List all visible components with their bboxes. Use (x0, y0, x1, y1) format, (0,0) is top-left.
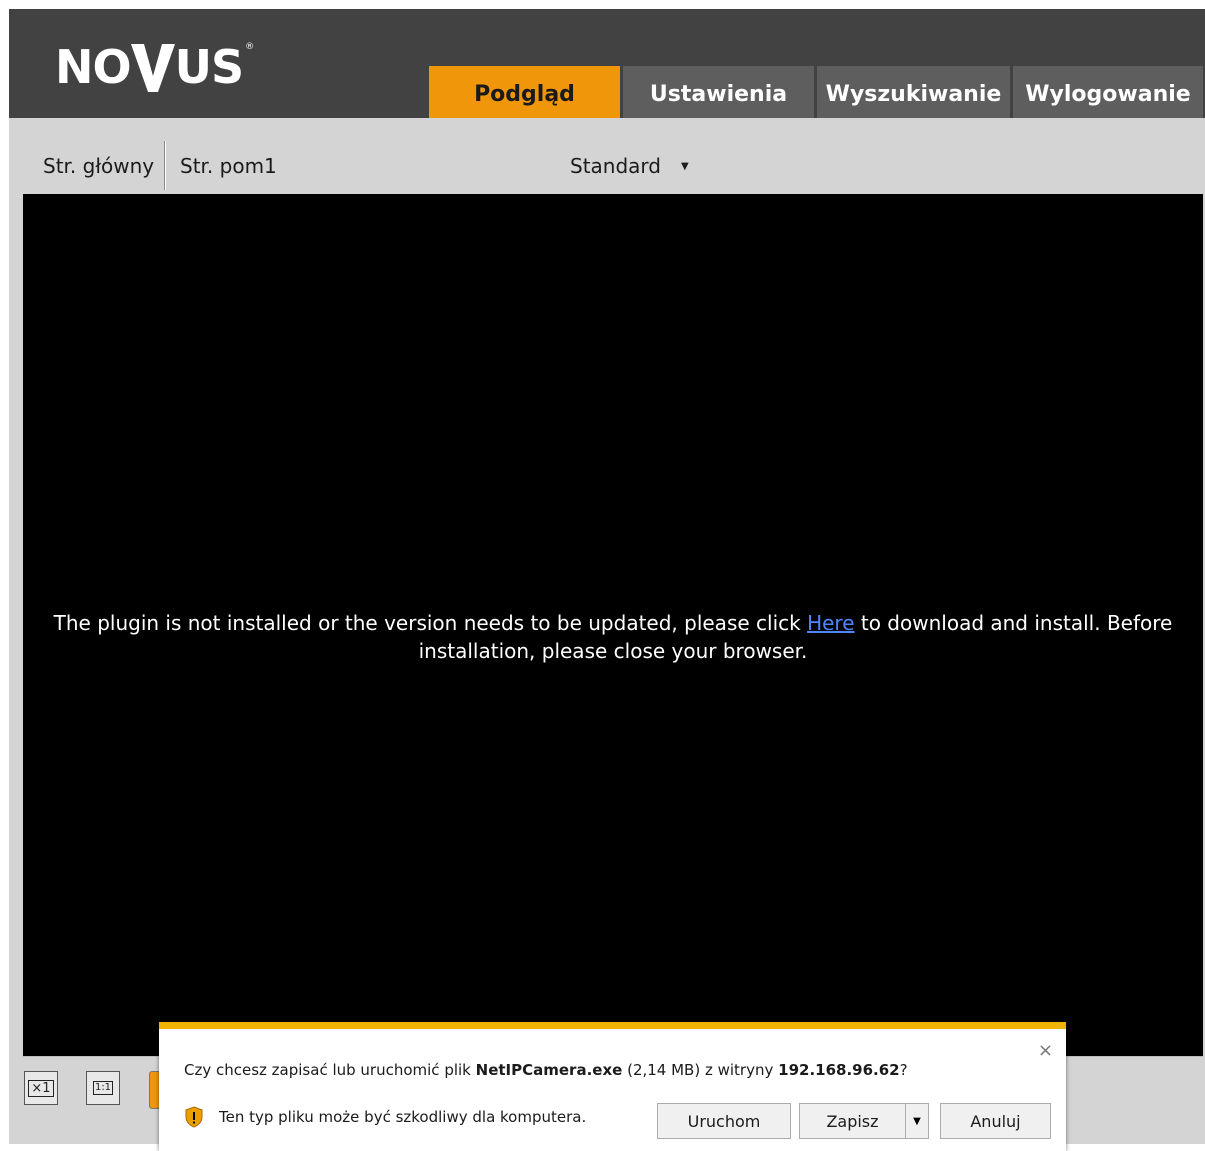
main-stream-button[interactable]: Str. główny (43, 154, 154, 178)
ratio-label: 1:1 (92, 1081, 114, 1095)
x1-label: ×1 (28, 1079, 54, 1097)
stream-divider (164, 141, 166, 190)
logo-text-right: US (174, 40, 244, 94)
plugin-download-link[interactable]: Here (807, 611, 854, 635)
plugin-message-start: The plugin is not installed or the versi… (53, 611, 801, 635)
video-viewer: The plugin is not installed or the versi… (23, 194, 1203, 1056)
view-mode-value: Standard (570, 154, 661, 178)
download-question: Czy chcesz zapisać lub uruchomić plik Ne… (184, 1061, 908, 1079)
header: NO US ® Podgląd Ustawienia Wyszukiwanie … (9, 9, 1205, 118)
tab-wylogowanie[interactable]: Wylogowanie (1013, 66, 1203, 118)
plugin-message: The plugin is not installed or the versi… (23, 609, 1203, 665)
original-size-x1-icon[interactable]: ×1 (24, 1071, 58, 1105)
site-address: 192.168.96.62 (778, 1061, 900, 1079)
view-mode-dropdown[interactable]: Standard ▼ (570, 154, 689, 178)
fit-1-1-icon[interactable]: 1:1 (86, 1071, 120, 1105)
download-warning: Ten typ pliku może być szkodliwy dla kom… (184, 1106, 586, 1128)
main-tabs: Podgląd Ustawienia Wyszukiwanie Wylogowa… (429, 66, 1203, 118)
logo-text-left: NO (55, 40, 132, 94)
warning-text: Ten typ pliku może być szkodliwy dla kom… (219, 1108, 587, 1126)
tab-ustawienia[interactable]: Ustawienia (623, 66, 814, 118)
question-suffix: ? (899, 1061, 908, 1079)
sub-stream-button[interactable]: Str. pom1 (180, 154, 277, 178)
run-button[interactable]: Uruchom (657, 1103, 791, 1139)
tab-wyszukiwanie[interactable]: Wyszukiwanie (817, 66, 1010, 118)
question-prefix: Czy chcesz zapisać lub uruchomić plik (184, 1061, 471, 1079)
app-frame: NO US ® Podgląd Ustawienia Wyszukiwanie … (9, 9, 1205, 1144)
cancel-button[interactable]: Anuluj (940, 1103, 1051, 1139)
save-button[interactable]: Zapisz (799, 1103, 906, 1139)
v-chevron-icon (130, 44, 175, 92)
tab-podglad[interactable]: Podgląd (429, 66, 620, 118)
close-icon[interactable]: × (1038, 1042, 1053, 1060)
file-name: NetIPCamera.exe (475, 1061, 623, 1079)
registered-mark: ® (245, 42, 255, 52)
stream-toolbar: Str. główny Str. pom1 Standard ▼ (9, 118, 1205, 193)
warning-shield-icon (185, 1106, 203, 1128)
save-options-dropdown[interactable]: ▼ (905, 1103, 929, 1139)
novus-logo: NO US ® (55, 39, 254, 95)
file-size: (2,14 MB) z witryny (627, 1061, 774, 1079)
download-bar: Czy chcesz zapisać lub uruchomić plik Ne… (159, 1022, 1066, 1151)
caret-down-icon: ▼ (681, 160, 689, 172)
